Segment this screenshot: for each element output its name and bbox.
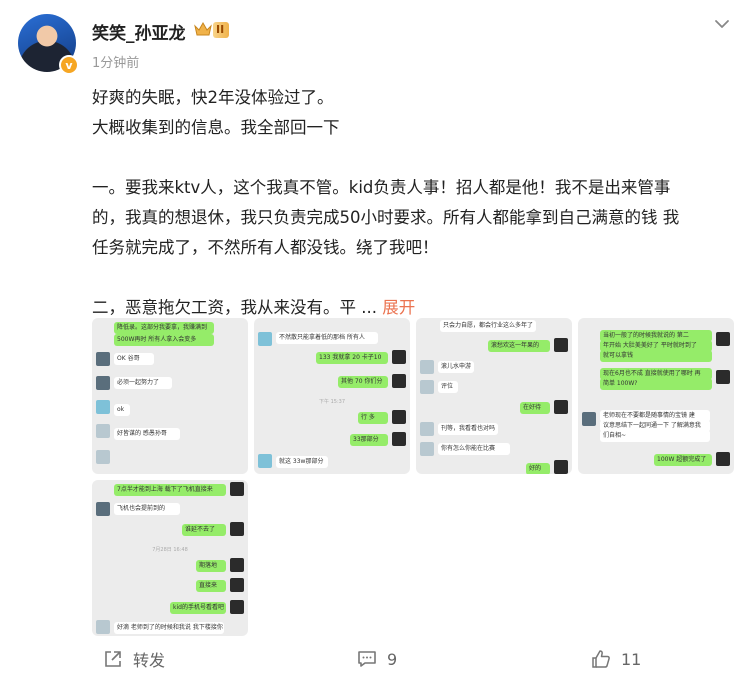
share-button[interactable]: 转发 [103,648,165,670]
comment-button[interactable]: 9 [357,648,397,670]
chat-bubble: ok [114,404,130,416]
chat-bubble: 好皆谋的 感愚孙哥 [114,428,180,440]
chat-bubble: 滚儿水申游 [438,361,474,373]
avatar [96,620,110,634]
author-avatar[interactable]: v [18,14,79,75]
chat-bubble: 行 多 [358,412,388,424]
chat-bubble: 评位 [438,381,458,393]
post-line: 大概收集到的信息。我全部回一下 [92,118,340,137]
chat-bubble: 飞机也会提前到的 [114,503,180,515]
chat-bubble: OK 谷哥 [114,353,154,365]
chat-screenshot-4[interactable]: 当初一般了的时候我就说的 第二 年开始 大肚美美好了 平时就时到了 就可以拿钱 … [578,318,734,474]
verified-badge: v [59,55,79,75]
avatar [716,332,730,346]
chat-screenshot-5[interactable]: 7点半才能到上海 载下了飞机直接来 飞机也会提前到的 谁延不去了 7月28日 1… [92,480,248,636]
chat-bubble: 你有怎么你能在比赛 [438,443,510,455]
chat-bubble: 100W 超额完成了 [654,454,712,466]
avatar [392,374,406,388]
level-badge: II [213,22,230,38]
avatar [230,558,244,572]
post-line: 好爽的失眠，快2年没体验过了。 [92,88,334,107]
avatar [258,332,272,346]
avatar [230,522,244,536]
expand-link[interactable]: 展开 [382,298,415,317]
avatar [420,360,434,374]
post-line: 任务就完成了，不然所有人都没钱。绕了我吧！ [92,238,439,257]
chat-bubble: 谁延不去了 [182,524,226,536]
avatar [716,370,730,384]
post-line: 一。要我来ktv人，这个我真不管。kid负责人事！招人都是他！我不是出来管事 [92,178,671,197]
avatar [96,376,110,390]
avatar [96,400,110,414]
chevron-down-icon[interactable] [712,14,732,34]
avatar [554,338,568,352]
chat-bubble: 滚愁欢这一年果的 [488,340,550,352]
avatar [392,410,406,424]
chat-bubble: 其他 70 你们分 [338,376,388,388]
avatar [230,482,244,496]
chat-bubble: 133 我就拿 20 卡子10 [316,352,388,364]
chat-bubble: 简单 100W? [600,378,712,390]
comment-count: 9 [387,649,398,669]
avatar [96,450,110,464]
avatar [420,380,434,394]
chat-bubble: 刊等，我看看也对吗 [438,423,498,435]
comment-icon [358,651,376,667]
chat-bubble: 降低录。这部分我要拿，我赚满到 [114,322,214,334]
like-count: 11 [621,649,642,669]
avatar [554,400,568,414]
post-text: 好爽的失眠，快2年没体验过了。 大概收集到的信息。我全部回一下 一。要我来ktv… [92,83,732,323]
chat-bubble: 好的 [526,463,550,474]
avatar [420,442,434,456]
avatar [420,422,434,436]
chat-bubble: 500W再时 所有人拿入会变多 [114,334,214,346]
avatar [716,452,730,466]
chat-bubble: 直接来 [196,580,226,592]
avatar [230,578,244,592]
post-line-truncated: 二，恶意拖欠工资，我从来没有。平 ... [92,298,383,317]
avatar [96,502,110,516]
avatar [392,432,406,446]
chat-bubble: 不然散只能拿着低的那档 所有人 [276,332,378,344]
thumbs-up-icon [592,650,610,668]
avatar [392,350,406,364]
like-button[interactable]: 11 [591,648,641,670]
chat-timestamp: 下午 15:37 [319,399,345,405]
chat-bubble: 期落地 [196,560,226,572]
share-label: 转发 [133,651,166,670]
chat-bubble: 在好待 [520,402,550,414]
chat-bubble: 7点半才能到上海 载下了飞机直接来 [114,484,226,496]
chat-bubble: 必须一起努力了 [114,377,172,389]
chat-timestamp: 7月28日 16:48 [152,547,188,553]
chat-bubble: 就可以拿钱 [600,350,712,362]
chat-bubble: 33那部分 [350,434,388,446]
avatar [554,460,568,474]
post-line: 的，我真的想退休，我只负责完成50小时要求。所有人都能拿到自己满意的钱 我 [92,208,680,227]
chat-bubble: 们自相~ [600,430,710,442]
chat-bubble: 好滴 老师到了的时候和我说 我下楼接你 [114,622,224,634]
avatar [96,352,110,366]
chat-screenshot-1[interactable]: 降低录。这部分我要拿，我赚满到 500W再时 所有人拿入会变多 OK 谷哥 必须… [92,318,248,474]
avatar [96,424,110,438]
chat-bubble: 就这 33w那部分 [276,456,328,468]
chat-bubble: kid的手机号看看吧 [170,602,226,614]
chat-screenshot-3[interactable]: 只会力自愿，都会行业这么多年了 滚愁欢这一年果的 滚儿水申游 评位 在好待 刊等… [416,318,572,474]
crown-icon [194,21,212,36]
avatar [230,600,244,614]
author-name[interactable]: 笑笑_孙亚龙 [92,19,186,44]
share-icon [105,651,121,667]
chat-bubble: 只会力自愿，都会行业这么多年了 [440,320,536,332]
avatar [582,412,596,426]
post-time: 1分钟前 [92,56,140,71]
chat-screenshot-2[interactable]: 不然散只能拿着低的那档 所有人 133 我就拿 20 卡子10 其他 70 你们… [254,318,410,474]
avatar [258,454,272,468]
